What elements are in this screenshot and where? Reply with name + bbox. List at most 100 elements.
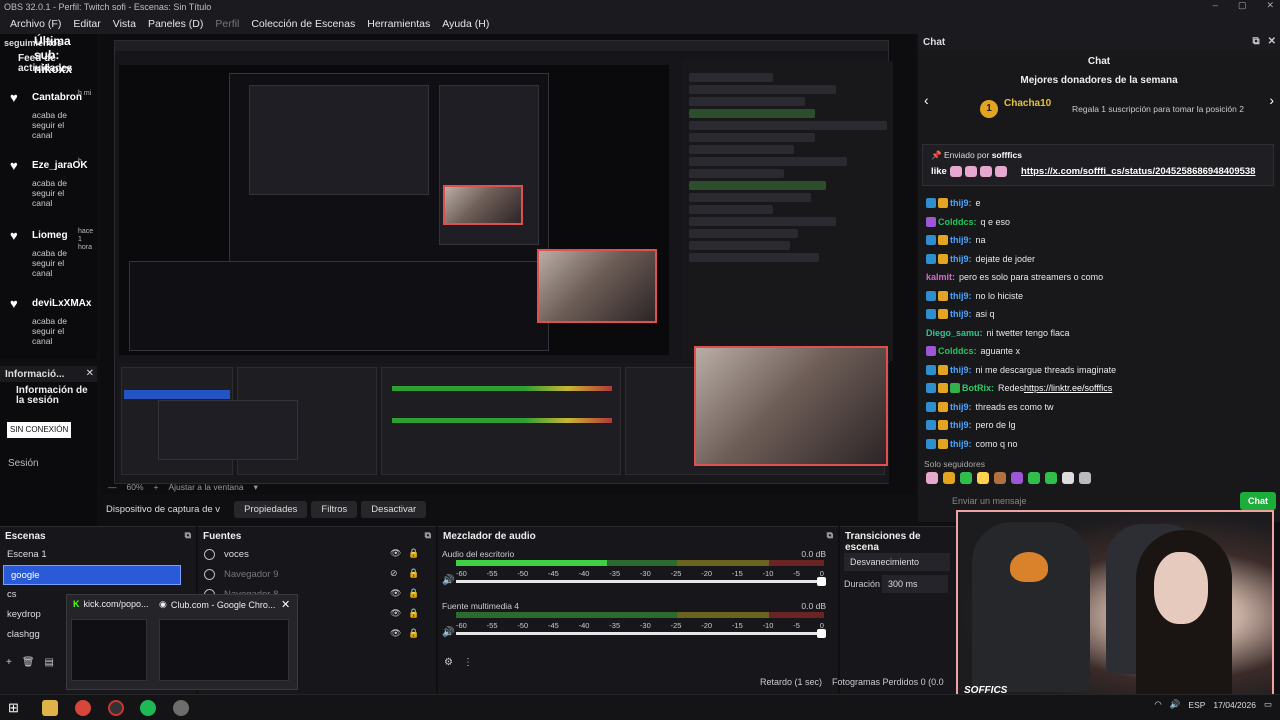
- chat-username[interactable]: thij9:: [950, 309, 972, 319]
- close-icon[interactable]: ✕: [281, 598, 290, 611]
- window-thumbnail[interactable]: [159, 619, 289, 681]
- chat-username[interactable]: thij9:: [950, 291, 972, 301]
- float-icon[interactable]: ⧉: [185, 530, 191, 541]
- chat-link[interactable]: https://linktr.ee/sofffics: [1024, 383, 1112, 393]
- volume-knob[interactable]: [817, 577, 826, 586]
- lock-icon[interactable]: 🔒: [408, 568, 419, 579]
- chat-username[interactable]: Colddcs:: [938, 217, 977, 227]
- more-icon[interactable]: ⋮: [463, 657, 473, 668]
- chat-username[interactable]: thij9:: [950, 439, 972, 449]
- filter-icon[interactable]: ▤: [45, 657, 54, 668]
- trash-icon[interactable]: 🗑: [22, 657, 35, 668]
- float-icon[interactable]: ⧉: [827, 530, 833, 541]
- scale-tick: -25: [670, 569, 682, 578]
- lock-icon[interactable]: 🔒: [408, 548, 419, 559]
- float-icon[interactable]: ⧉: [425, 530, 431, 541]
- spotify-icon[interactable]: [140, 700, 156, 716]
- window-thumbnail[interactable]: [71, 619, 147, 681]
- taskbar-date[interactable]: 17/04/2026: [1213, 700, 1256, 710]
- chat-username[interactable]: Colddcs:: [938, 346, 977, 356]
- volume-slider[interactable]: [456, 629, 826, 638]
- chat-message: thij9: dejate de joder: [926, 250, 1276, 269]
- menu-archivo[interactable]: Archivo (F): [4, 18, 67, 30]
- badge-icon: [926, 253, 936, 264]
- chat-username[interactable]: thij9:: [950, 254, 972, 264]
- speaker-icon[interactable]: 🔊: [442, 627, 454, 638]
- pinned-link[interactable]: https://x.com/sofffi_cs/status/204525868…: [1021, 166, 1255, 177]
- zoom-plus-icon[interactable]: +: [154, 482, 159, 492]
- close-icon[interactable]: ✕: [86, 368, 94, 379]
- properties-button[interactable]: Propiedades: [234, 500, 308, 518]
- close-icon[interactable]: ✕: [1268, 36, 1276, 47]
- chat-username[interactable]: BotRix:: [962, 383, 994, 393]
- volume-slider[interactable]: [456, 577, 826, 586]
- lock-icon[interactable]: 🔒: [408, 588, 419, 599]
- badge-icon: [938, 438, 948, 449]
- thumb-tab-kick[interactable]: Kkick.com/popo...: [73, 599, 149, 609]
- eye-icon[interactable]: 👁: [390, 548, 401, 559]
- minimize-icon[interactable]: –: [1213, 0, 1218, 11]
- menu-editar[interactable]: Editar: [67, 18, 106, 30]
- chat-username[interactable]: kalmit:: [926, 272, 955, 282]
- menu-paneles[interactable]: Paneles (D): [142, 18, 209, 30]
- selected-source-label: Dispositivo de captura de v: [106, 503, 221, 515]
- top-donor: 1 Chacha10 Regala 1 suscripción para tom…: [980, 98, 1270, 124]
- preview-canvas[interactable]: [100, 34, 915, 494]
- duration-input[interactable]: 300 ms: [882, 575, 948, 593]
- volume-meter: [456, 612, 824, 618]
- notification-icon[interactable]: ▭: [1264, 699, 1272, 710]
- menu-herramientas[interactable]: Herramientas: [361, 18, 436, 30]
- chevron-down-icon[interactable]: ▾: [254, 482, 258, 493]
- lock-icon[interactable]: 🔒: [408, 628, 419, 639]
- emote-row[interactable]: [926, 472, 1091, 484]
- filters-button[interactable]: Filtros: [311, 500, 358, 518]
- float-icon[interactable]: ⧉: [1252, 36, 1259, 47]
- chat-username[interactable]: thij9:: [950, 402, 972, 412]
- chat-username[interactable]: thij9:: [950, 365, 972, 375]
- close-icon[interactable]: ✕: [1266, 0, 1274, 11]
- scene-item[interactable]: Escena 1: [0, 545, 196, 565]
- menu-ayuda[interactable]: Ayuda (H): [436, 18, 495, 30]
- windows-start-icon[interactable]: ⊞: [8, 700, 24, 716]
- gear-icon[interactable]: ⚙: [444, 657, 453, 668]
- lock-icon[interactable]: 🔒: [408, 608, 419, 619]
- maximize-icon[interactable]: ▢: [1238, 0, 1247, 11]
- eye-icon[interactable]: 👁: [390, 628, 401, 639]
- eye-off-icon[interactable]: ⊘: [390, 568, 398, 579]
- menu-vista[interactable]: Vista: [107, 18, 142, 30]
- chevron-right-icon[interactable]: ›: [1269, 92, 1274, 108]
- volume-icon[interactable]: 🔊: [1170, 699, 1181, 710]
- source-item[interactable]: Navegador 9 ⊘ 🔒: [198, 565, 436, 585]
- file-explorer-icon[interactable]: [42, 700, 58, 716]
- menu-perfil[interactable]: Perfil: [209, 18, 245, 30]
- obs-icon[interactable]: [108, 700, 124, 716]
- nested-preview: [119, 65, 669, 355]
- chrome-active-icon[interactable]: [173, 700, 189, 716]
- add-icon[interactable]: +: [6, 657, 12, 668]
- zoom-fit[interactable]: Ajustar a la ventana: [168, 482, 243, 492]
- donor-name: Chacha10: [1004, 98, 1052, 109]
- thumb-tab-chrome[interactable]: ◉ Club.com - Google Chro...: [159, 599, 275, 610]
- chat-username[interactable]: thij9:: [950, 198, 972, 208]
- chat-message: Colddcs: aguante x: [926, 342, 1276, 361]
- chrome-icon[interactable]: [75, 700, 91, 716]
- volume-knob[interactable]: [817, 629, 826, 638]
- chat-username[interactable]: thij9:: [950, 235, 972, 245]
- language-indicator[interactable]: ESP: [1188, 700, 1205, 710]
- transition-select[interactable]: Desvanecimiento: [844, 553, 950, 571]
- chat-username[interactable]: thij9:: [950, 420, 972, 430]
- menu-coleccion[interactable]: Colección de Escenas: [245, 18, 361, 30]
- scene-item-active[interactable]: google: [3, 565, 181, 585]
- chat-username[interactable]: Diego_samu:: [926, 328, 983, 338]
- chat-send-button[interactable]: Chat: [1240, 492, 1276, 510]
- badge-icon: [926, 309, 936, 320]
- eye-icon[interactable]: 👁: [390, 588, 401, 599]
- source-item[interactable]: voces 👁 🔒: [198, 545, 436, 565]
- chat-input[interactable]: Enviar un mensaje: [926, 492, 1126, 512]
- eye-icon[interactable]: 👁: [390, 608, 401, 619]
- speaker-icon[interactable]: 🔊: [442, 575, 454, 586]
- deactivate-button[interactable]: Desactivar: [361, 500, 427, 518]
- chevron-left-icon[interactable]: ‹: [924, 92, 929, 108]
- wifi-icon[interactable]: ◠: [1154, 699, 1161, 710]
- zoom-minus-icon[interactable]: —: [108, 482, 117, 492]
